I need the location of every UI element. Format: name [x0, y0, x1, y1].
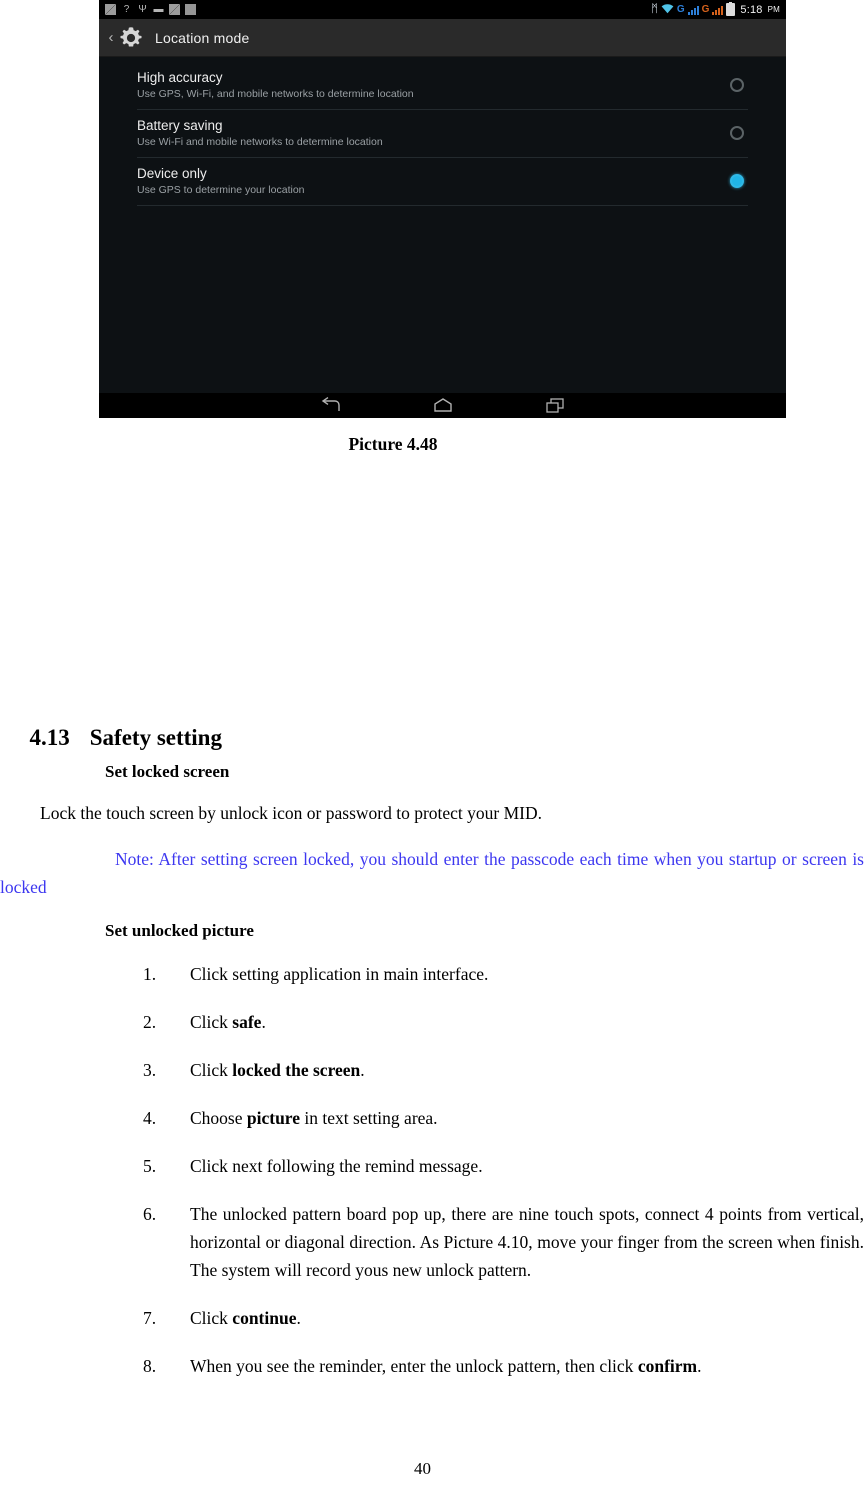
row-title: High accuracy: [137, 70, 223, 85]
list-text-pre: Click: [190, 1308, 233, 1328]
row-subtitle: Use Wi-Fi and mobile networks to determi…: [137, 136, 383, 148]
note-text: Note: After setting screen locked, you s…: [0, 849, 864, 897]
status-bar: ? Ψ ▬ ᛗ G G 5:18 PM: [99, 0, 786, 19]
row-title: Battery saving: [137, 118, 223, 133]
list-item: 7. Click continue.: [143, 1304, 864, 1332]
list-text-bold: locked the screen: [232, 1060, 361, 1080]
list-text-pre: Click setting application in main interf…: [190, 964, 489, 984]
back-nav-icon[interactable]: [320, 396, 342, 415]
lock-icon: ▬: [153, 4, 164, 15]
radio-high-accuracy[interactable]: [730, 78, 744, 92]
list-text-pre: Click: [190, 1012, 233, 1032]
signal-bars-orange-icon: [712, 5, 724, 15]
row-subtitle: Use GPS to determine your location: [137, 184, 305, 196]
android-screenshot: ? Ψ ▬ ᛗ G G 5:18 PM ‹ Location mode High…: [99, 0, 786, 418]
row-subtitle: Use GPS, Wi-Fi, and mobile networks to d…: [137, 88, 414, 100]
location-mode-row-battery-saving[interactable]: Battery saving Use Wi-Fi and mobile netw…: [137, 110, 748, 158]
gear-glyph: [120, 26, 142, 47]
question-icon: ?: [123, 4, 130, 15]
list-item: 3. Click locked the screen.: [143, 1056, 864, 1084]
list-text-post: .: [261, 1012, 266, 1032]
list-text-bold: continue: [232, 1308, 297, 1328]
location-mode-list: High accuracy Use GPS, Wi-Fi, and mobile…: [137, 57, 748, 206]
list-text-bold: picture: [246, 1108, 301, 1128]
bluetooth-icon: ᛗ: [651, 3, 658, 15]
list-text-pre: Click: [190, 1060, 233, 1080]
status-bar-left-icons: ? Ψ ▬: [105, 4, 196, 15]
steps-list: 1. Click setting application in main inte…: [143, 960, 864, 1400]
list-marker: 8.: [143, 1356, 157, 1376]
list-text-bold: confirm: [637, 1356, 698, 1376]
page-number: 40: [414, 1459, 431, 1478]
list-text-bold: safe: [232, 1012, 262, 1032]
list-item: 5. Click next following the remind messag…: [143, 1152, 864, 1180]
wifi-glyph: [661, 3, 674, 13]
subheading-set-locked-screen: Set locked screen: [105, 762, 230, 781]
section-title: Safety setting: [89, 725, 222, 750]
list-item: 2. Click safe.: [143, 1008, 864, 1036]
status-bar-right-icons: ᛗ G G 5:18 PM: [651, 2, 780, 17]
list-marker: 4.: [143, 1108, 157, 1128]
list-item: 6. The unlocked pattern board pop up, the…: [143, 1200, 864, 1284]
list-item: 1. Click setting application in main inte…: [143, 960, 864, 988]
signal-g-orange-label: G: [701, 4, 710, 15]
location-mode-content: High accuracy Use GPS, Wi-Fi, and mobile…: [99, 57, 786, 393]
list-text-pre: The unlocked pattern board pop up, there…: [190, 1204, 864, 1280]
section-heading: 4.13 Safety setting: [18, 699, 222, 751]
status-bar-ampm: PM: [767, 5, 780, 14]
usb-icon: Ψ: [138, 4, 147, 15]
back-nav-glyph: [321, 396, 340, 411]
figure-caption: Picture 4.48: [348, 434, 438, 454]
square-icon: [185, 4, 196, 15]
list-marker: 7.: [143, 1308, 157, 1328]
list-marker: 6.: [143, 1204, 157, 1224]
list-marker: 2.: [143, 1012, 157, 1032]
screenshot-icon: [105, 4, 116, 15]
list-text-post: in text setting area.: [300, 1108, 438, 1128]
signal-g-blue-label: G: [676, 4, 685, 15]
list-item: 8. When you see the reminder, enter the u…: [143, 1352, 864, 1380]
list-marker: 5.: [143, 1156, 157, 1176]
section-number: 4.13: [29, 725, 70, 750]
list-text-pre: When you see the reminder, enter the unl…: [190, 1356, 638, 1376]
battery-icon: [726, 2, 736, 16]
status-bar-clock: 5:18: [740, 3, 763, 16]
subheading-set-unlocked-picture: Set unlocked picture: [105, 921, 254, 940]
wifi-icon: [661, 3, 674, 17]
back-chevron-icon[interactable]: ‹: [106, 30, 116, 45]
recent-apps-nav-glyph: [545, 397, 564, 413]
list-marker: 1.: [143, 964, 157, 984]
location-mode-row-high-accuracy[interactable]: High accuracy Use GPS, Wi-Fi, and mobile…: [137, 62, 748, 110]
action-bar: ‹ Location mode: [99, 19, 786, 57]
radio-battery-saving[interactable]: [730, 126, 744, 140]
list-text-post: .: [296, 1308, 301, 1328]
list-text-post: .: [697, 1356, 702, 1376]
navigation-bar: [99, 393, 786, 418]
action-bar-title: Location mode: [155, 29, 250, 46]
list-item: 4. Choose picture in text setting area.: [143, 1104, 864, 1132]
row-title: Device only: [137, 166, 207, 181]
recent-apps-nav-icon[interactable]: [544, 397, 566, 415]
location-mode-row-device-only[interactable]: Device only Use GPS to determine your lo…: [137, 158, 748, 206]
screenshot-icon-2: [169, 4, 180, 15]
list-marker: 3.: [143, 1060, 157, 1080]
list-text-pre: Click next following the remind message.: [190, 1156, 483, 1176]
radio-device-only[interactable]: [730, 174, 744, 188]
list-text-pre: Choose: [190, 1108, 247, 1128]
signal-bars-blue-icon: [687, 5, 699, 15]
row-text: Battery saving Use Wi-Fi and mobile netw…: [137, 117, 730, 149]
home-nav-icon[interactable]: [432, 397, 454, 415]
list-text-post: .: [360, 1060, 365, 1080]
row-text: Device only Use GPS to determine your lo…: [137, 165, 730, 197]
settings-gear-icon[interactable]: [117, 24, 145, 52]
paragraph-lock-touch-screen: Lock the touch screen by unlock icon or …: [40, 803, 543, 823]
row-text: High accuracy Use GPS, Wi-Fi, and mobile…: [137, 69, 730, 101]
home-nav-glyph: [433, 397, 452, 412]
